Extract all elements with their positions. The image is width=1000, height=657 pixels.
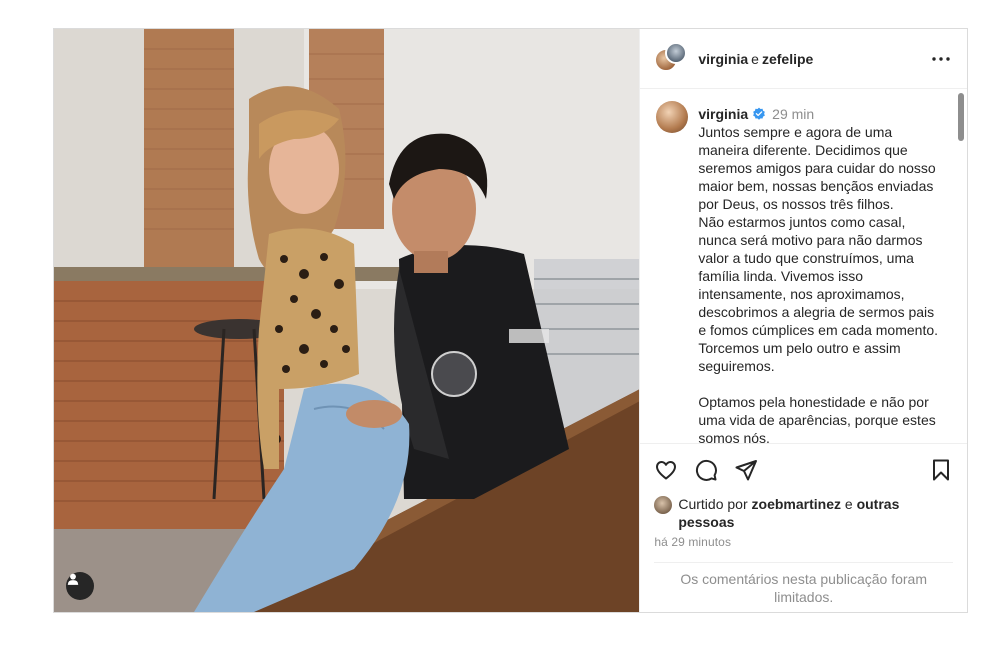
more-options-button[interactable] [929, 47, 953, 71]
caption-row: virginia 29 min Juntos sempre e agora de… [656, 101, 951, 443]
likes-prefix: Curtido por [678, 496, 748, 512]
comment-button[interactable] [694, 458, 718, 482]
action-bar [640, 443, 967, 495]
post-photo[interactable] [54, 29, 640, 612]
person-icon [67, 573, 79, 585]
likes-summary: Curtido por zoebmartinez e outras pessoa… [640, 495, 967, 531]
bookmark-icon [933, 459, 949, 480]
comments-limited-notice: Os comentários nesta publicação foram li… [654, 562, 953, 612]
caption-time[interactable]: 29 min [772, 105, 814, 123]
caption-scrollbar[interactable] [958, 93, 964, 141]
post-authors: virginia e zefelipe [698, 51, 929, 67]
photo-illustration [54, 29, 640, 612]
post-side-panel: virginia e zefelipe virginia 29 min Junt… [639, 29, 967, 612]
comment-icon [696, 459, 718, 481]
likes-text: Curtido por zoebmartinez e outras pessoa… [678, 495, 953, 531]
more-horizontal-icon [932, 56, 950, 61]
caption-avatar[interactable] [656, 101, 689, 133]
send-icon [735, 459, 758, 480]
caption-scroll-area[interactable]: virginia 29 min Juntos sempre e agora de… [640, 89, 967, 443]
post-timestamp[interactable]: há 29 minutos [640, 531, 967, 549]
likes-conjunction: e [844, 496, 853, 512]
author-link-zefelipe[interactable]: zefelipe [762, 51, 813, 67]
liker-username[interactable]: zoebmartinez [752, 496, 841, 512]
heart-icon [656, 460, 677, 479]
save-button[interactable] [929, 458, 953, 482]
author-conjunction: e [751, 50, 759, 67]
caption-user-line: virginia 29 min [698, 105, 943, 123]
author-link-virginia[interactable]: virginia [698, 51, 748, 67]
user-tag-button[interactable] [66, 572, 94, 600]
verified-badge-icon [752, 107, 766, 121]
liker-avatar[interactable] [654, 496, 673, 514]
like-button[interactable] [654, 458, 678, 482]
caption-body: virginia 29 min Juntos sempre e agora de… [698, 101, 951, 443]
share-button[interactable] [734, 458, 758, 482]
avatar-zefelipe[interactable] [665, 41, 688, 64]
post-header: virginia e zefelipe [640, 29, 967, 89]
collab-avatars[interactable] [654, 41, 688, 76]
caption-username[interactable]: virginia [698, 105, 748, 123]
caption-text: Juntos sempre e agora de uma maneira dif… [698, 124, 939, 443]
post-card: virginia e zefelipe virginia 29 min Junt… [53, 28, 968, 613]
